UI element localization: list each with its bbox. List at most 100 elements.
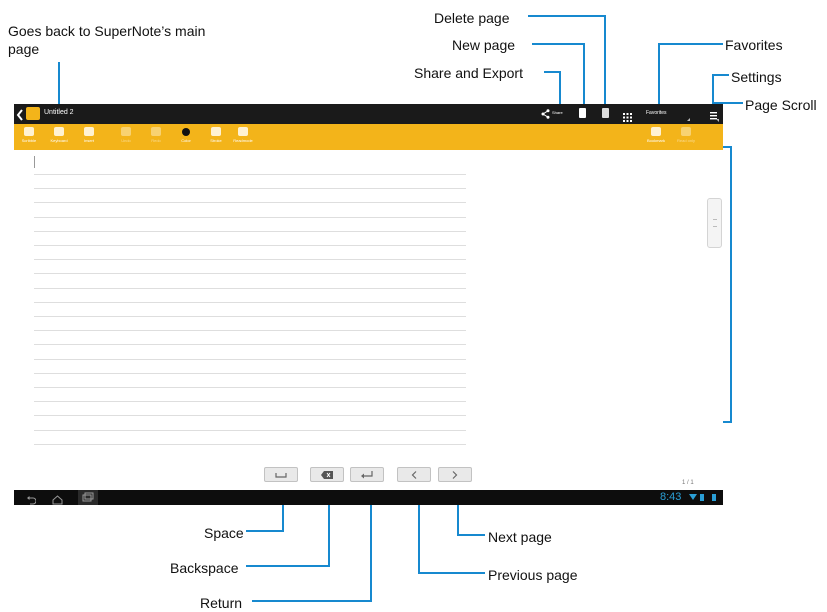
title-bar: Untitled 2 Share Favorites xyxy=(14,104,723,124)
space-button[interactable] xyxy=(264,467,298,482)
callout-back: Goes back to SuperNote’s main page xyxy=(8,23,206,57)
toolbar: Scribble Keyboard Insert Undo Redo Color… xyxy=(14,124,723,150)
next-leader-h xyxy=(457,534,485,536)
grid-icon xyxy=(623,113,632,122)
return-button[interactable] xyxy=(350,467,384,482)
toolbar-keyboard[interactable]: Keyboard xyxy=(48,126,70,148)
callout-next-page: Next page xyxy=(488,529,552,545)
callout-backspace: Backspace xyxy=(170,560,239,576)
note-title[interactable]: Untitled 2 xyxy=(44,109,74,116)
settings-button[interactable] xyxy=(710,109,719,122)
backspace-icon xyxy=(321,471,333,479)
space-leader-h xyxy=(246,530,284,532)
redo-icon xyxy=(151,127,161,136)
callout-space: Space xyxy=(204,525,244,541)
callout-share-export: Share and Export xyxy=(414,65,523,81)
status-clock: 8:43 xyxy=(660,491,682,503)
note-page[interactable]: 1 / 1 xyxy=(14,150,723,490)
chevron-left-icon xyxy=(411,471,417,479)
toolbar-redo[interactable]: Redo xyxy=(145,126,167,148)
signal-icon xyxy=(700,494,704,501)
keyboard-icon xyxy=(54,127,64,136)
backspace-leader-h xyxy=(246,565,330,567)
ruled-line xyxy=(34,216,466,218)
share-button[interactable]: Share xyxy=(541,108,567,120)
ruled-line xyxy=(34,273,466,275)
share-label: Share xyxy=(552,110,563,115)
grid-button[interactable] xyxy=(623,109,632,122)
bookmark-icon xyxy=(651,127,661,136)
system-back-icon[interactable] xyxy=(26,492,37,505)
back-arrow-icon[interactable] xyxy=(16,108,24,121)
ruled-line xyxy=(34,415,466,417)
space-icon xyxy=(275,473,287,478)
callout-favorites: Favorites xyxy=(725,37,783,53)
previous-leader-h xyxy=(418,572,485,574)
next-page-button[interactable] xyxy=(438,467,472,482)
callout-return: Return xyxy=(200,595,243,611)
color-dot-icon xyxy=(182,128,190,136)
ruled-line xyxy=(34,174,466,175)
toolbar-read-only[interactable]: Read only xyxy=(673,126,699,148)
ruled-line xyxy=(34,202,466,204)
insert-icon xyxy=(84,127,94,136)
toolbar-color[interactable]: Color xyxy=(175,126,197,148)
delete-page-icon xyxy=(602,108,609,118)
system-home-icon[interactable] xyxy=(52,492,63,505)
new-page-leader-h xyxy=(532,43,585,45)
page-scroll-thumb[interactable] xyxy=(707,198,722,248)
ruled-line xyxy=(34,358,466,360)
ruled-line xyxy=(34,443,466,445)
new-page-button[interactable] xyxy=(579,108,588,119)
return-icon xyxy=(361,471,373,479)
delete-page-leader-h xyxy=(528,15,606,17)
previous-page-button[interactable] xyxy=(397,467,431,482)
delete-page-button[interactable] xyxy=(602,108,611,119)
favorites-leader-v xyxy=(658,43,660,108)
page-counter: 1 / 1 xyxy=(682,480,694,486)
toolbar-scribble[interactable]: Scribble xyxy=(18,126,40,148)
settings-leader-h xyxy=(712,74,729,76)
callout-new-page: New page xyxy=(452,37,516,53)
read-only-icon xyxy=(681,127,691,136)
toolbar-undo[interactable]: Undo xyxy=(115,126,137,148)
stroke-icon xyxy=(211,127,221,136)
return-leader-h xyxy=(252,600,372,602)
toolbar-stroke[interactable]: Stroke xyxy=(205,126,227,148)
callout-delete-page: Delete page xyxy=(434,10,510,26)
new-page-icon xyxy=(579,108,586,118)
backspace-button[interactable] xyxy=(310,467,344,482)
toolbar-bookmark[interactable]: Bookmark xyxy=(643,126,669,148)
ruled-line xyxy=(34,287,466,289)
ruled-line xyxy=(34,259,466,261)
ruled-line xyxy=(34,188,466,190)
grip-lines-icon xyxy=(713,219,717,227)
battery-icon xyxy=(712,494,716,501)
share-leader-v xyxy=(559,71,561,108)
favorites-dropdown[interactable]: Favorites xyxy=(644,108,690,121)
ruled-line xyxy=(34,301,466,303)
callout-previous-page: Previous page xyxy=(488,567,578,583)
delete-page-leader-v xyxy=(604,15,606,108)
ruled-line xyxy=(34,372,466,374)
toolbar-insert[interactable]: Insert xyxy=(78,126,100,148)
favorites-leader-h xyxy=(658,43,723,45)
notebook-thumbnail-icon xyxy=(26,107,40,120)
ruled-line xyxy=(34,429,466,431)
callout-page-scroll: Page Scroll xyxy=(745,97,817,113)
readmode-icon xyxy=(238,127,248,136)
ruled-line xyxy=(34,401,466,403)
dropdown-corner-icon xyxy=(687,118,690,121)
tablet-screen: Untitled 2 Share Favorites Scribble Keyb… xyxy=(14,104,723,505)
ruled-line xyxy=(34,230,466,232)
ruled-line xyxy=(34,245,466,246)
favorites-label: Favorites xyxy=(646,110,667,116)
ruled-line xyxy=(34,387,466,388)
system-nav-bar: 8:43 xyxy=(14,490,723,505)
ruled-line xyxy=(34,316,466,317)
toolbar-readmode[interactable]: Readmode xyxy=(232,126,254,148)
text-cursor xyxy=(34,156,35,168)
scribble-icon xyxy=(24,127,34,136)
share-icon xyxy=(541,109,550,119)
system-recent-apps-icon[interactable] xyxy=(78,490,98,505)
